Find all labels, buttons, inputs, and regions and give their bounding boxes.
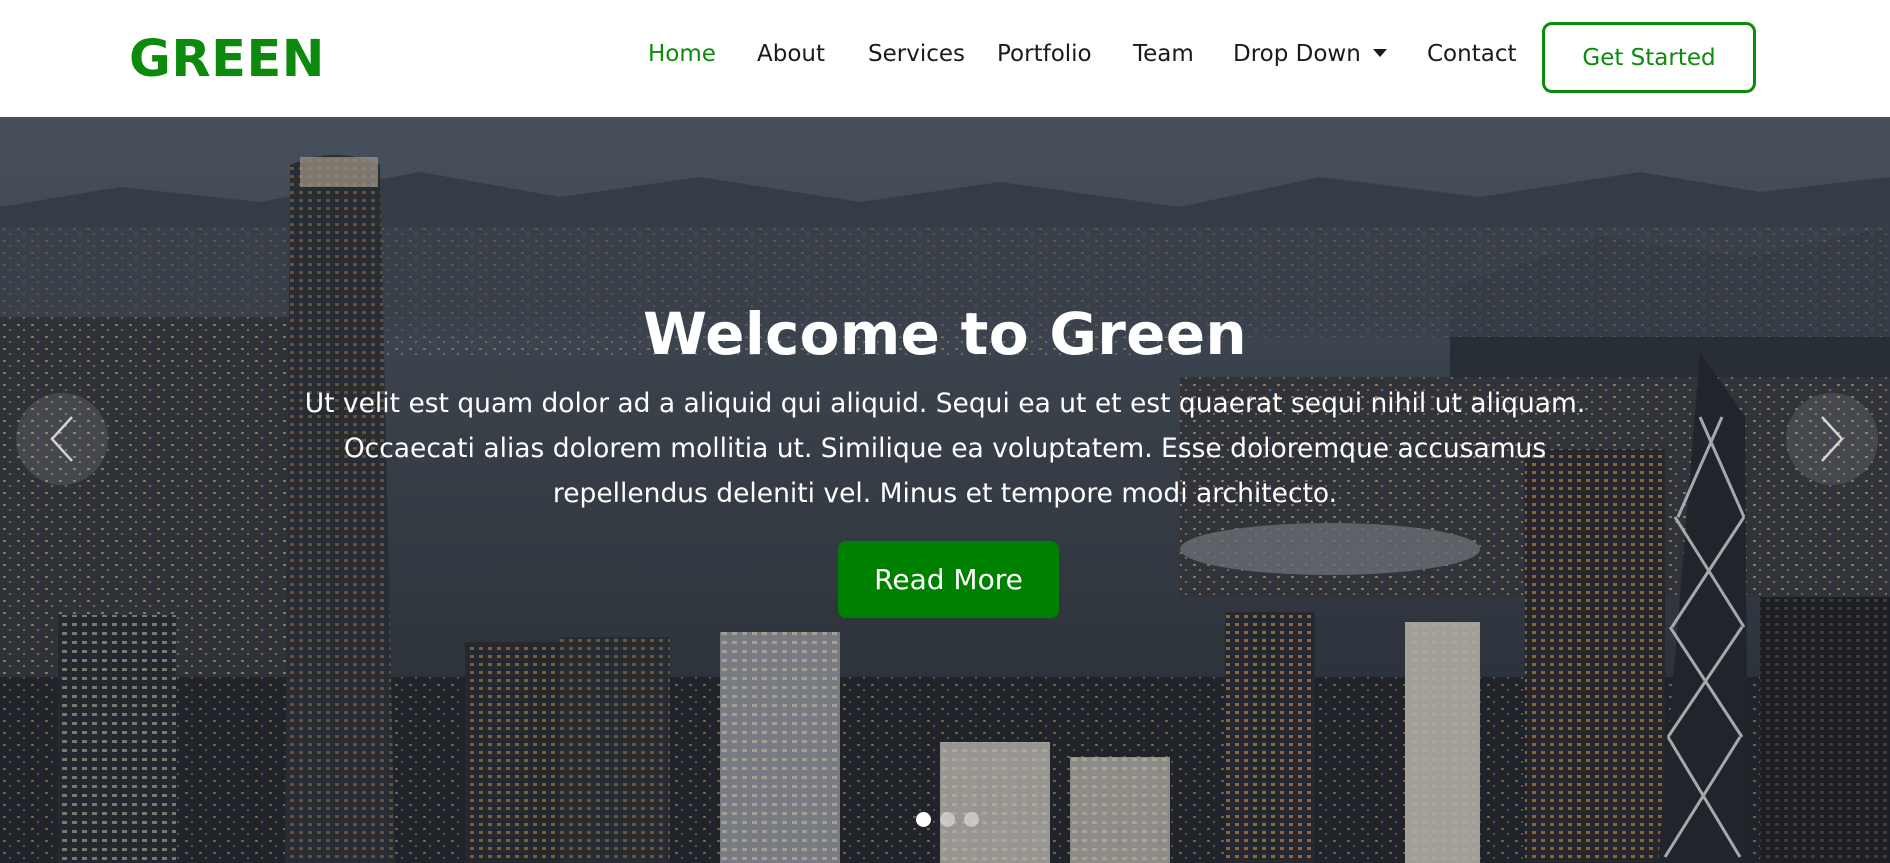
carousel-next-button[interactable] — [1786, 393, 1878, 485]
nav-item-portfolio[interactable]: Portfolio — [997, 36, 1092, 72]
caret-down-icon — [1372, 48, 1387, 57]
read-more-button[interactable]: Read More — [838, 541, 1059, 618]
hero-content: Welcome to Green Ut velit est quam dolor… — [0, 117, 1890, 863]
chevron-left-icon — [50, 416, 73, 462]
hero-title: Welcome to Green — [642, 300, 1248, 368]
nav-item-about[interactable]: About — [757, 36, 825, 72]
site-logo[interactable]: GREEN — [129, 28, 325, 92]
carousel-dot-3[interactable] — [964, 812, 979, 827]
nav-item-contact[interactable]: Contact — [1427, 36, 1516, 72]
chevron-right-icon — [1821, 416, 1844, 462]
nav-item-team[interactable]: Team — [1133, 36, 1194, 72]
nav-item-dropdown[interactable]: Drop Down — [1233, 36, 1387, 72]
hero-description: Ut velit est quam dolor ad a aliquid qui… — [304, 388, 1586, 509]
nav-item-home[interactable]: Home — [648, 36, 716, 72]
carousel-dot-1[interactable] — [916, 812, 931, 827]
nav-item-services[interactable]: Services — [868, 36, 965, 72]
carousel-prev-button[interactable] — [16, 393, 108, 485]
hero-carousel: Welcome to Green Ut velit est quam dolor… — [0, 117, 1890, 863]
carousel-dot-2[interactable] — [940, 812, 955, 827]
site-header: GREEN Home About Services Portfolio Team… — [0, 0, 1890, 117]
nav-item-dropdown-label: Drop Down — [1233, 41, 1361, 67]
get-started-button[interactable]: Get Started — [1542, 22, 1756, 93]
